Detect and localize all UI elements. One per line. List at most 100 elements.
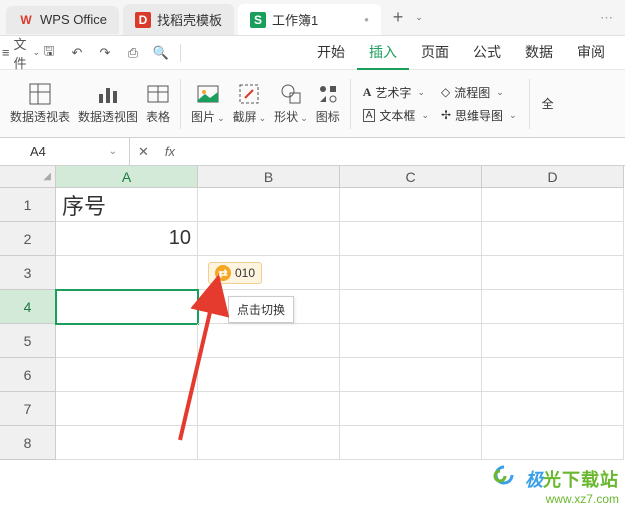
table-button[interactable]: 表格 [144, 80, 172, 127]
cell-D8[interactable] [482, 426, 624, 460]
cell-B7[interactable] [198, 392, 340, 426]
row-8: 8 [0, 426, 625, 460]
cell-D2[interactable] [482, 222, 624, 256]
cell-C8[interactable] [340, 426, 482, 460]
cell-A8[interactable] [56, 426, 198, 460]
row-5: 5 [0, 324, 625, 358]
textbox-button[interactable]: A 文本框⌄ [359, 105, 433, 126]
cell-B2[interactable] [198, 222, 340, 256]
workbook-tab[interactable]: S 工作簿1 • [238, 4, 381, 35]
save-button[interactable]: 🖫 [36, 40, 62, 66]
row-header-3[interactable]: 3 [0, 256, 56, 290]
redo-button[interactable]: ↷ [92, 40, 118, 66]
smart-tag-popup[interactable]: ⇄ 010 [208, 262, 262, 284]
print-button[interactable]: ⎙ [120, 40, 146, 66]
cell-D5[interactable] [482, 324, 624, 358]
tab-formula[interactable]: 公式 [461, 36, 513, 70]
cell-D6[interactable] [482, 358, 624, 392]
formula-input[interactable] [183, 144, 625, 159]
undo-button[interactable]: ↶ [64, 40, 90, 66]
col-header-A[interactable]: A [56, 166, 198, 188]
pivot-table-button[interactable]: 数据透视表 [8, 80, 72, 127]
cell-A7[interactable] [56, 392, 198, 426]
pivot-chart-button[interactable]: 数据透视图 [76, 80, 140, 127]
spreadsheet-icon: S [250, 12, 266, 28]
template-tab[interactable]: D 找稻壳模板 [123, 4, 234, 35]
cell-B6[interactable] [198, 358, 340, 392]
row-header-5[interactable]: 5 [0, 324, 56, 358]
cell-A3[interactable] [56, 256, 198, 290]
tab-page[interactable]: 页面 [409, 36, 461, 70]
flowchart-button[interactable]: ◇ 流程图⌄ [437, 82, 521, 103]
screenshot-button[interactable]: 截屏⌄ [231, 80, 269, 127]
cell-C4[interactable] [340, 290, 482, 324]
undo-icon: ↶ [72, 45, 83, 61]
cell-A6[interactable] [56, 358, 198, 392]
cell-C1[interactable] [340, 188, 482, 222]
wordart-button[interactable]: A 艺术字⌄ [359, 82, 433, 103]
row-header-1[interactable]: 1 [0, 188, 56, 222]
pivot-table-icon [28, 82, 52, 106]
ribbon: 数据透视表 数据透视图 表格 图片⌄ 截屏⌄ 形状⌄ 图标 A 艺术字⌄ A 文… [0, 70, 625, 138]
title-tab-bar: W WPS Office D 找稻壳模板 S 工作簿1 • + ⌄ ⋯ [0, 0, 625, 36]
tab-start[interactable]: 开始 [305, 36, 357, 70]
cell-D4[interactable] [482, 290, 624, 324]
cell-A5[interactable] [56, 324, 198, 358]
icon-button[interactable]: 图标 [314, 80, 342, 127]
print-preview-button[interactable]: 🔍 [148, 40, 174, 66]
app-menu-button[interactable]: ≡ 文件 ⌄ [8, 40, 34, 66]
col-header-B[interactable]: B [198, 166, 340, 188]
add-tab-button[interactable]: + [383, 7, 414, 28]
app-tab[interactable]: W WPS Office [6, 6, 119, 34]
picture-button[interactable]: 图片⌄ [189, 80, 227, 127]
cell-D3[interactable] [482, 256, 624, 290]
save-icon: 🖫 [43, 42, 54, 64]
redo-icon: ↷ [100, 45, 111, 61]
tab-insert[interactable]: 插入 [357, 36, 409, 70]
cancel-formula-button[interactable]: ✕ [130, 144, 157, 160]
menu-bar: ≡ 文件 ⌄ 🖫 ↶ ↷ ⎙ 🔍 开始 插入 页面 公式 数据 审阅 [0, 36, 625, 70]
row-header-8[interactable]: 8 [0, 426, 56, 460]
column-headers: ◢ A B C D [0, 166, 625, 188]
tab-close-icon[interactable]: • [364, 12, 369, 27]
col-header-C[interactable]: C [340, 166, 482, 188]
flowchart-label: 流程图 [454, 84, 490, 101]
row-header-2[interactable]: 2 [0, 222, 56, 256]
app-tab-label: WPS Office [40, 12, 107, 27]
row-header-6[interactable]: 6 [0, 358, 56, 392]
shapes-button[interactable]: 形状⌄ [272, 80, 310, 127]
ribbon-separator [180, 79, 181, 129]
cell-D1[interactable] [482, 188, 624, 222]
cell-B1[interactable] [198, 188, 340, 222]
all-button[interactable]: 全 [538, 93, 558, 114]
cell-C2[interactable] [340, 222, 482, 256]
add-tab-dropdown-icon[interactable]: ⌄ [415, 12, 423, 23]
smart-tag-tooltip: 点击切换 [228, 296, 294, 323]
picture-icon [196, 82, 220, 106]
select-all-corner[interactable]: ◢ [0, 166, 56, 188]
tab-review[interactable]: 审阅 [565, 36, 617, 70]
fx-button[interactable]: fx [157, 144, 183, 159]
cell-A4[interactable] [56, 290, 198, 324]
tab-overflow-icon[interactable]: ⋯ [592, 10, 621, 26]
cell-C6[interactable] [340, 358, 482, 392]
workbook-tab-label: 工作簿1 [272, 10, 318, 29]
mindmap-button[interactable]: ✢ 思维导图⌄ [437, 105, 521, 126]
cell-D7[interactable] [482, 392, 624, 426]
cell-C7[interactable] [340, 392, 482, 426]
tab-data[interactable]: 数据 [513, 36, 565, 70]
cell-A2[interactable]: 10 [56, 222, 198, 256]
col-header-D[interactable]: D [482, 166, 624, 188]
row-header-7[interactable]: 7 [0, 392, 56, 426]
cell-A1[interactable]: 序号 [56, 188, 198, 222]
row-header-4[interactable]: 4 [0, 290, 56, 324]
cell-B5[interactable] [198, 324, 340, 358]
cell-C3[interactable] [340, 256, 482, 290]
cell-B8[interactable] [198, 426, 340, 460]
cell-C5[interactable] [340, 324, 482, 358]
name-box[interactable]: A4 [0, 138, 130, 165]
fx-icon: fx [165, 144, 175, 159]
name-box-value: A4 [30, 144, 46, 159]
row-4: 4 [0, 290, 625, 324]
row-6: 6 [0, 358, 625, 392]
